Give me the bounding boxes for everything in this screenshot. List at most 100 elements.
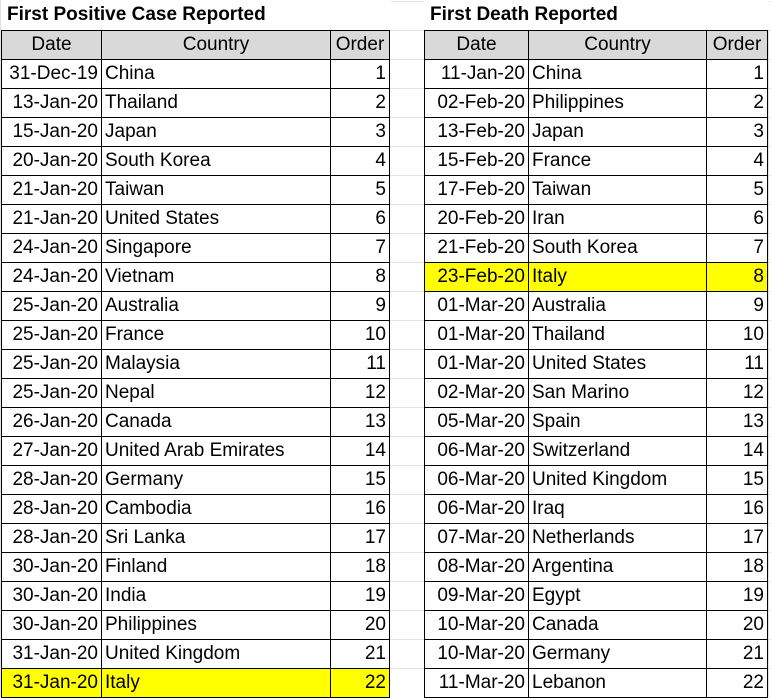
country-cell[interactable]: Taiwan — [101, 175, 331, 205]
date-cell[interactable]: 28-Jan-20 — [1, 494, 102, 524]
order-cell[interactable]: 8 — [706, 262, 768, 292]
country-cell[interactable]: United Arab Emirates — [101, 436, 331, 466]
country-cell[interactable]: Egypt — [528, 581, 707, 611]
country-cell[interactable]: Switzerland — [528, 436, 707, 466]
order-cell[interactable]: 5 — [706, 175, 768, 205]
date-cell[interactable]: 15-Jan-20 — [1, 117, 102, 147]
column-header-country[interactable]: Country — [528, 30, 707, 60]
country-cell[interactable]: United Kingdom — [101, 639, 331, 669]
date-cell[interactable]: 17-Feb-20 — [424, 175, 529, 205]
order-cell[interactable]: 16 — [706, 494, 768, 524]
order-cell[interactable]: 4 — [706, 146, 768, 176]
order-cell[interactable]: 14 — [330, 436, 390, 466]
country-cell[interactable]: San Marino — [528, 378, 707, 408]
order-cell[interactable]: 1 — [330, 59, 390, 89]
country-cell[interactable]: France — [101, 320, 331, 350]
country-cell[interactable]: Japan — [101, 117, 331, 147]
order-cell[interactable]: 11 — [706, 349, 768, 379]
order-cell[interactable]: 12 — [706, 378, 768, 408]
date-cell[interactable]: 21-Jan-20 — [1, 175, 102, 205]
country-cell[interactable]: Italy — [528, 262, 707, 292]
order-cell[interactable]: 15 — [706, 465, 768, 495]
date-cell[interactable]: 31-Jan-20 — [1, 639, 102, 669]
date-cell[interactable]: 15-Feb-20 — [424, 146, 529, 176]
country-cell[interactable]: Finland — [101, 552, 331, 582]
date-cell[interactable]: 25-Jan-20 — [1, 320, 102, 350]
date-cell[interactable]: 25-Jan-20 — [1, 291, 102, 321]
date-cell[interactable]: 20-Jan-20 — [1, 146, 102, 176]
country-cell[interactable]: India — [101, 581, 331, 611]
column-header-order[interactable]: Order — [330, 30, 390, 60]
order-cell[interactable]: 6 — [330, 204, 390, 234]
country-cell[interactable]: Germany — [528, 639, 707, 669]
date-cell[interactable]: 01-Mar-20 — [424, 291, 529, 321]
country-cell[interactable]: Argentina — [528, 552, 707, 582]
order-cell[interactable]: 16 — [330, 494, 390, 524]
country-cell[interactable]: Iran — [528, 204, 707, 234]
date-cell[interactable]: 13-Feb-20 — [424, 117, 529, 147]
order-cell[interactable]: 18 — [706, 552, 768, 582]
country-cell[interactable]: United States — [528, 349, 707, 379]
country-cell[interactable]: Australia — [528, 291, 707, 321]
date-cell[interactable]: 11-Jan-20 — [424, 59, 529, 89]
date-cell[interactable]: 25-Jan-20 — [1, 378, 102, 408]
column-header-date[interactable]: Date — [1, 30, 102, 60]
order-cell[interactable]: 10 — [330, 320, 390, 350]
order-cell[interactable]: 2 — [706, 88, 768, 118]
order-cell[interactable]: 17 — [706, 523, 768, 553]
date-cell[interactable]: 02-Mar-20 — [424, 378, 529, 408]
date-cell[interactable]: 06-Mar-20 — [424, 436, 529, 466]
country-cell[interactable]: Vietnam — [101, 262, 331, 292]
order-cell[interactable]: 11 — [330, 349, 390, 379]
country-cell[interactable]: United States — [101, 204, 331, 234]
order-cell[interactable]: 13 — [706, 407, 768, 437]
country-cell[interactable]: Philippines — [101, 610, 331, 640]
country-cell[interactable]: Thailand — [101, 88, 331, 118]
date-cell[interactable]: 27-Jan-20 — [1, 436, 102, 466]
country-cell[interactable]: Singapore — [101, 233, 331, 263]
order-cell[interactable]: 3 — [706, 117, 768, 147]
date-cell[interactable]: 01-Mar-20 — [424, 349, 529, 379]
country-cell[interactable]: Canada — [528, 610, 707, 640]
country-cell[interactable]: Italy — [101, 668, 331, 698]
date-cell[interactable]: 30-Jan-20 — [1, 581, 102, 611]
country-cell[interactable]: Taiwan — [528, 175, 707, 205]
date-cell[interactable]: 01-Mar-20 — [424, 320, 529, 350]
country-cell[interactable]: Japan — [528, 117, 707, 147]
country-cell[interactable]: Malaysia — [101, 349, 331, 379]
date-cell[interactable]: 13-Jan-20 — [1, 88, 102, 118]
country-cell[interactable]: South Korea — [528, 233, 707, 263]
date-cell[interactable]: 28-Jan-20 — [1, 523, 102, 553]
date-cell[interactable]: 30-Jan-20 — [1, 610, 102, 640]
date-cell[interactable]: 05-Mar-20 — [424, 407, 529, 437]
order-cell[interactable]: 3 — [330, 117, 390, 147]
order-cell[interactable]: 19 — [330, 581, 390, 611]
date-cell[interactable]: 26-Jan-20 — [1, 407, 102, 437]
date-cell[interactable]: 08-Mar-20 — [424, 552, 529, 582]
country-cell[interactable]: Netherlands — [528, 523, 707, 553]
order-cell[interactable]: 2 — [330, 88, 390, 118]
order-cell[interactable]: 7 — [706, 233, 768, 263]
country-cell[interactable]: United Kingdom — [528, 465, 707, 495]
date-cell[interactable]: 24-Jan-20 — [1, 233, 102, 263]
country-cell[interactable]: Thailand — [528, 320, 707, 350]
date-cell[interactable]: 09-Mar-20 — [424, 581, 529, 611]
order-cell[interactable]: 4 — [330, 146, 390, 176]
column-header-order[interactable]: Order — [706, 30, 768, 60]
order-cell[interactable]: 22 — [330, 668, 390, 698]
column-header-date[interactable]: Date — [424, 30, 529, 60]
order-cell[interactable]: 7 — [330, 233, 390, 263]
date-cell[interactable]: 31-Dec-19 — [1, 59, 102, 89]
date-cell[interactable]: 31-Jan-20 — [1, 668, 102, 698]
order-cell[interactable]: 21 — [330, 639, 390, 669]
date-cell[interactable]: 23-Feb-20 — [424, 262, 529, 292]
country-cell[interactable]: Germany — [101, 465, 331, 495]
country-cell[interactable]: Philippines — [528, 88, 707, 118]
order-cell[interactable]: 5 — [330, 175, 390, 205]
country-cell[interactable]: Cambodia — [101, 494, 331, 524]
order-cell[interactable]: 17 — [330, 523, 390, 553]
date-cell[interactable]: 07-Mar-20 — [424, 523, 529, 553]
order-cell[interactable]: 18 — [330, 552, 390, 582]
date-cell[interactable]: 30-Jan-20 — [1, 552, 102, 582]
country-cell[interactable]: Australia — [101, 291, 331, 321]
